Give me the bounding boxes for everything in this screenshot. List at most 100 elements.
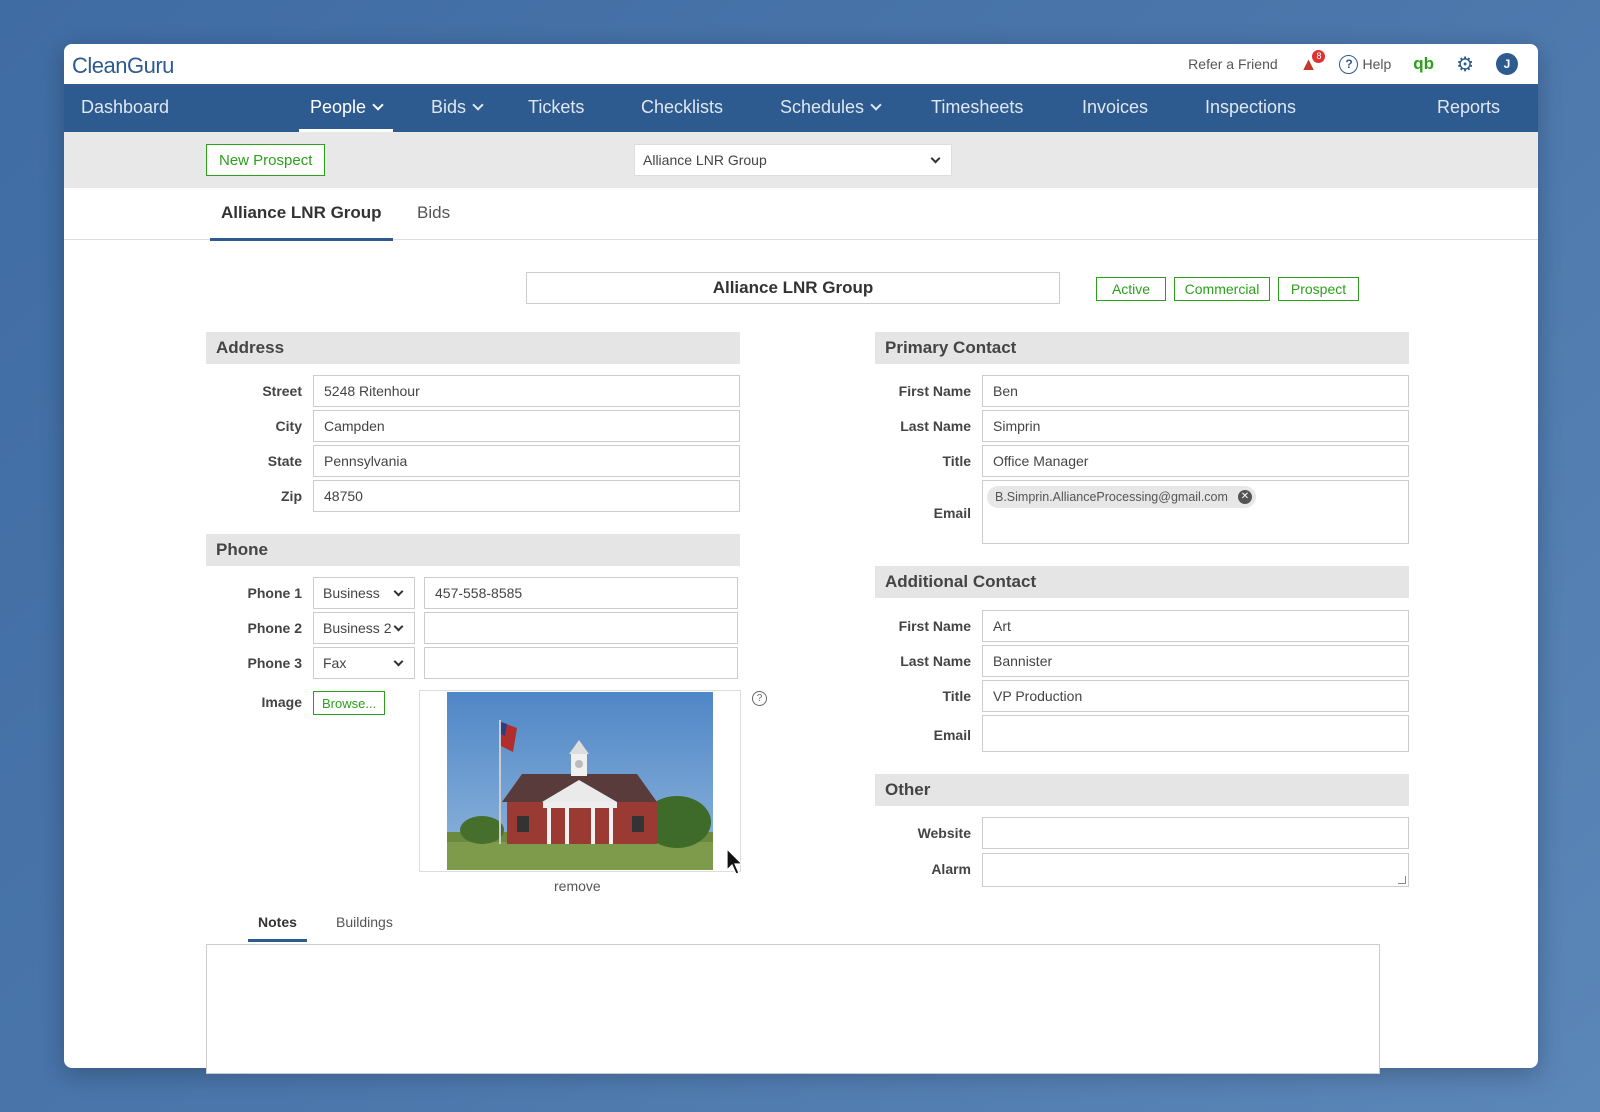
quickbooks-icon[interactable]: qb	[1413, 54, 1434, 74]
alarm-textarea[interactable]	[982, 853, 1409, 887]
toolbar: New Prospect Alliance LNR Group	[64, 132, 1538, 188]
nav-people-label: People	[310, 97, 367, 117]
refer-a-friend-link[interactable]: Refer a Friend	[1188, 56, 1277, 72]
help-icon: ?	[1339, 54, 1359, 74]
primary-contact-heading: Primary Contact	[875, 332, 1409, 364]
notifications-bell-icon[interactable]: ▲ 8	[1300, 49, 1326, 75]
main-nav: Dashboard People Bids Tickets Checklists…	[64, 84, 1538, 132]
new-prospect-button[interactable]: New Prospect	[206, 144, 326, 176]
top-actions: Refer a Friend ▲ 8 ? Help qb ⚙ J	[1188, 44, 1518, 84]
chevron-down-icon	[372, 99, 384, 111]
chevron-down-icon	[870, 99, 882, 111]
nav-people[interactable]: People	[298, 84, 394, 132]
primary-first-name-label: First Name	[898, 383, 971, 399]
primary-last-name-input[interactable]: Simprin	[982, 410, 1409, 442]
phone2-label: Phone 2	[247, 620, 302, 636]
image-label: Image	[261, 694, 302, 710]
tag-commercial[interactable]: Commercial	[1174, 277, 1270, 301]
tab-bids[interactable]: Bids	[417, 188, 450, 240]
nav-dashboard[interactable]: Dashboard	[81, 84, 169, 132]
city-input[interactable]: Campden	[313, 410, 740, 442]
primary-title-label: Title	[942, 453, 971, 469]
primary-email-field[interactable]: B.Simprin.AllianceProcessing@gmail.com ✕	[982, 480, 1409, 544]
additional-title-label: Title	[942, 688, 971, 704]
email-chip: B.Simprin.AllianceProcessing@gmail.com ✕	[987, 486, 1256, 508]
app-logo[interactable]: CleanGuru	[72, 53, 174, 79]
resize-handle-icon[interactable]	[1398, 876, 1406, 884]
record-tabs: Alliance LNR Group Bids	[64, 188, 1538, 241]
nav-tickets[interactable]: Tickets	[528, 84, 584, 132]
additional-first-name-input[interactable]: Art	[982, 610, 1409, 642]
company-select-value: Alliance LNR Group	[643, 152, 767, 168]
mouse-cursor-icon	[726, 848, 744, 875]
additional-last-name-input[interactable]: Bannister	[982, 645, 1409, 677]
phone1-label: Phone 1	[247, 585, 302, 601]
street-label: Street	[262, 383, 302, 399]
nav-schedules[interactable]: Schedules	[780, 84, 882, 132]
nav-timesheets[interactable]: Timesheets	[931, 84, 1023, 132]
nav-schedules-label: Schedules	[780, 97, 865, 117]
alarm-label: Alarm	[931, 861, 971, 877]
website-input[interactable]	[982, 817, 1409, 849]
tab-notes[interactable]: Notes	[248, 908, 307, 942]
phone2-number-input[interactable]	[424, 612, 738, 644]
nav-checklists[interactable]: Checklists	[641, 84, 723, 132]
browse-button[interactable]: Browse...	[313, 691, 386, 715]
additional-first-name-label: First Name	[898, 618, 971, 634]
close-icon[interactable]: ✕	[1237, 490, 1252, 504]
tab-company[interactable]: Alliance LNR Group	[210, 188, 393, 241]
additional-email-input[interactable]	[982, 715, 1409, 752]
website-label: Website	[917, 825, 971, 841]
company-select[interactable]: Alliance LNR Group	[634, 144, 952, 176]
tab-buildings[interactable]: Buildings	[336, 908, 393, 942]
zip-label: Zip	[281, 488, 302, 504]
additional-contact-heading: Additional Contact	[875, 566, 1409, 598]
street-input[interactable]: 5248 Ritenhour	[313, 375, 740, 407]
tag-prospect[interactable]: Prospect	[1278, 277, 1359, 301]
chevron-down-icon	[393, 656, 404, 667]
chevron-down-icon	[472, 99, 484, 111]
phone-heading: Phone	[206, 534, 740, 566]
phone1-type-select[interactable]: Business	[313, 577, 415, 609]
email-chip-text: B.Simprin.AllianceProcessing@gmail.com	[995, 490, 1228, 504]
remove-image-link[interactable]: remove	[554, 878, 601, 894]
chevron-down-icon	[930, 153, 941, 164]
additional-email-label: Email	[933, 727, 971, 743]
phone1-type-value: Business	[323, 585, 380, 601]
user-avatar[interactable]: J	[1496, 53, 1518, 75]
notes-textarea[interactable]	[206, 944, 1380, 1074]
top-bar: CleanGuru Refer a Friend ▲ 8 ? Help qb ⚙ J	[64, 44, 1538, 84]
state-input[interactable]: Pennsylvania	[313, 445, 740, 477]
phone1-number-input[interactable]: 457-558-8585	[424, 577, 738, 609]
primary-email-label: Email	[933, 505, 971, 521]
help-label: Help	[1362, 56, 1392, 72]
help-link[interactable]: ? Help	[1339, 54, 1392, 74]
state-label: State	[267, 453, 302, 469]
gear-icon[interactable]: ⚙	[1456, 52, 1474, 77]
nav-reports[interactable]: Reports	[1437, 84, 1500, 132]
image-preview-box	[419, 690, 741, 872]
additional-last-name-label: Last Name	[900, 653, 971, 669]
additional-title-input[interactable]: VP Production	[982, 680, 1409, 712]
chevron-down-icon	[393, 586, 404, 597]
primary-title-input[interactable]: Office Manager	[982, 445, 1409, 477]
nav-inspections[interactable]: Inspections	[1205, 84, 1296, 132]
image-help-icon[interactable]: ?	[752, 691, 767, 706]
primary-last-name-label: Last Name	[900, 418, 971, 434]
tag-active[interactable]: Active	[1096, 277, 1166, 301]
zip-input[interactable]: 48750	[313, 480, 740, 512]
nav-bids-label: Bids	[431, 97, 467, 117]
other-heading: Other	[875, 774, 1409, 806]
phone3-type-value: Fax	[323, 655, 347, 671]
nav-invoices[interactable]: Invoices	[1082, 84, 1148, 132]
phone2-type-select[interactable]: Business 2	[313, 612, 415, 644]
chevron-down-icon	[393, 621, 404, 632]
phone3-type-select[interactable]: Fax	[313, 647, 415, 679]
phone3-number-input[interactable]	[424, 647, 738, 679]
phone3-label: Phone 3	[247, 655, 302, 671]
city-label: City	[275, 418, 302, 434]
nav-bids[interactable]: Bids	[431, 84, 484, 132]
address-heading: Address	[206, 332, 740, 364]
company-name-field[interactable]: Alliance LNR Group	[526, 272, 1060, 304]
primary-first-name-input[interactable]: Ben	[982, 375, 1409, 407]
